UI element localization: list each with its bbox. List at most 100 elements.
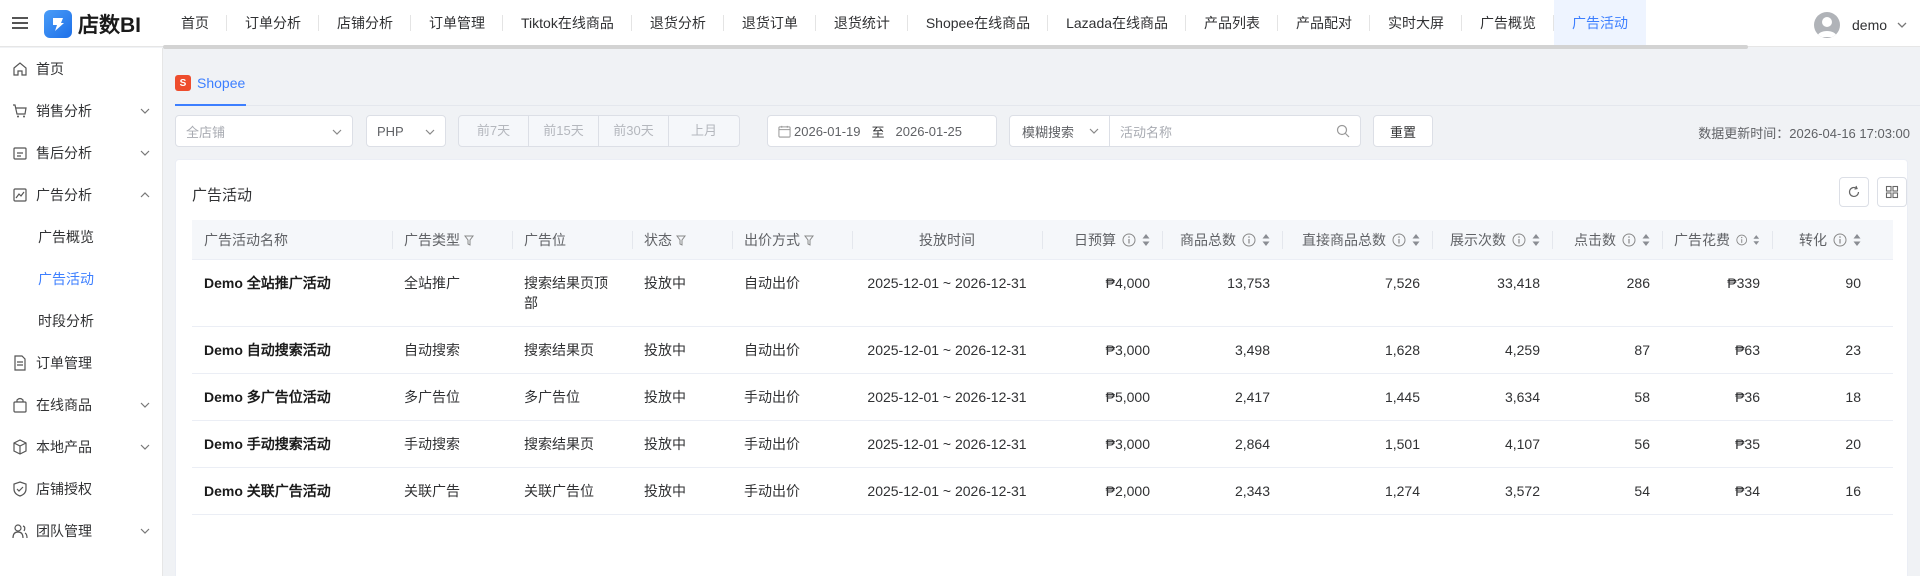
search-icon[interactable] (1336, 124, 1350, 138)
sort-icon[interactable] (1142, 233, 1150, 247)
campaign-search-input[interactable]: 活动名称 (1110, 116, 1360, 146)
column-header-ad-spend[interactable]: 广告花费 (1662, 220, 1772, 260)
sidebar-item-sales[interactable]: 销售分析 (0, 90, 162, 132)
home-icon (13, 62, 27, 76)
sidebar-subitem-time-analysis[interactable]: 时段分析 (0, 300, 162, 342)
range-15-days-button[interactable]: 前15天 (529, 116, 599, 146)
sidebar-item-home[interactable]: 首页 (0, 48, 162, 90)
cell-bidding: 自动出价 (744, 275, 800, 291)
sidebar-item-online-products[interactable]: 在线商品 (0, 384, 162, 426)
sort-icon[interactable] (1532, 233, 1540, 247)
cell-name[interactable]: Demo 自动搜索活动 (192, 327, 392, 373)
column-header-type[interactable]: 广告类型 (392, 220, 512, 260)
table-row[interactable]: Demo 关联广告活动 关联广告 关联广告位 投放中 手动出价 2025-12-… (192, 468, 1893, 515)
sidebar-item-label: 销售分析 (36, 103, 92, 119)
info-icon[interactable] (1242, 233, 1256, 247)
nav-tab[interactable]: 店铺分析 (319, 0, 411, 47)
range-7-days-button[interactable]: 前7天 (459, 116, 529, 146)
chevron-down-icon (140, 402, 150, 408)
chevron-down-icon (140, 150, 150, 156)
date-end[interactable]: 2026-01-25 (896, 124, 963, 139)
sidebar-item-team[interactable]: 团队管理 (0, 510, 162, 552)
cell-conversions: 90 (1845, 275, 1861, 291)
sidebar-item-local-products[interactable]: 本地产品 (0, 426, 162, 468)
cell-name[interactable]: Demo 手动搜索活动 (192, 421, 392, 467)
column-header-clicks[interactable]: 点击数 (1552, 220, 1662, 260)
column-header-impressions[interactable]: 展示次数 (1432, 220, 1552, 260)
sidebar-subitem-ad-overview[interactable]: 广告概览 (0, 216, 162, 258)
table-row[interactable]: Demo 多广告位活动 多广告位 多广告位 投放中 手动出价 2025-12-0… (192, 374, 1893, 421)
nav-tab[interactable]: Tiktok在线商品 (503, 0, 632, 47)
search-mode-select[interactable]: 模糊搜索 (1010, 116, 1110, 146)
date-start[interactable]: 2026-01-19 (794, 124, 861, 139)
sort-icon[interactable] (1412, 233, 1420, 247)
sort-icon[interactable] (1642, 233, 1650, 247)
filter-icon[interactable] (464, 235, 474, 246)
table-row[interactable]: Demo 全站推广活动 全站推广 搜索结果页顶部 投放中 自动出价 2025-1… (192, 260, 1893, 327)
sidebar-item-ad-analysis[interactable]: 广告分析 (0, 174, 162, 216)
cell-direct-product-count: 1,274 (1384, 483, 1420, 499)
sort-icon[interactable] (1753, 233, 1760, 247)
table-row[interactable]: Demo 自动搜索活动 自动搜索 搜索结果页 投放中 自动出价 2025-12-… (192, 327, 1893, 374)
cell-clicks: 87 (1634, 342, 1650, 358)
sidebar-item-after-sales[interactable]: 售后分析 (0, 132, 162, 174)
info-icon[interactable] (1512, 233, 1526, 247)
info-icon[interactable] (1122, 233, 1136, 247)
filter-icon[interactable] (676, 235, 686, 246)
nav-tab[interactable]: 退货分析 (632, 0, 724, 47)
info-icon[interactable] (1833, 233, 1847, 247)
nav-tab[interactable]: Lazada在线商品 (1048, 0, 1186, 47)
info-icon[interactable] (1736, 233, 1748, 247)
nav-tab[interactable]: Shopee在线商品 (908, 0, 1049, 47)
refresh-button[interactable] (1839, 177, 1869, 207)
date-range-picker[interactable]: 2026-01-19 至 2026-01-25 (767, 115, 997, 147)
cell-clicks: 286 (1626, 275, 1650, 291)
cell-name[interactable]: Demo 全站推广活动 (192, 260, 392, 326)
currency-select[interactable]: PHP (366, 115, 446, 147)
sidebar-subitem-ad-campaigns[interactable]: 广告活动 (0, 258, 162, 300)
shopee-bag-icon: S (175, 75, 191, 91)
column-settings-button[interactable] (1877, 177, 1907, 207)
nav-tab[interactable]: 退货订单 (724, 0, 816, 47)
nav-tab[interactable]: 产品列表 (1186, 0, 1279, 47)
column-header-product-count[interactable]: 商品总数 (1162, 220, 1282, 260)
info-icon[interactable] (1392, 233, 1406, 247)
table-row[interactable]: Demo 手动搜索活动 手动搜索 搜索结果页 投放中 手动出价 2025-12-… (192, 421, 1893, 468)
shop-select[interactable]: 全店铺 (175, 115, 353, 147)
column-header-bidding[interactable]: 出价方式 (732, 220, 852, 260)
range-30-days-button[interactable]: 前30天 (599, 116, 669, 146)
info-icon[interactable] (1622, 233, 1636, 247)
cell-name[interactable]: Demo 多广告位活动 (192, 374, 392, 420)
nav-tab[interactable]: 退货统计 (816, 0, 908, 47)
sort-icon[interactable] (1853, 233, 1861, 247)
nav-tab[interactable]: 实时大屏 (1370, 0, 1463, 47)
menu-toggle-icon[interactable] (12, 14, 28, 32)
column-header-conversions[interactable]: 转化 (1772, 220, 1873, 260)
sidebar-item-shop-auth[interactable]: 店铺授权 (0, 468, 162, 510)
chevron-down-icon (140, 108, 150, 114)
range-last-month-button[interactable]: 上月 (669, 116, 739, 146)
reset-button[interactable]: 重置 (1373, 115, 1433, 147)
column-header-direct-product-count[interactable]: 直接商品总数 (1282, 220, 1432, 260)
nav-tab[interactable]: 订单分析 (227, 0, 319, 47)
platform-tab-shopee[interactable]: S Shopee (175, 68, 245, 98)
brand[interactable]: 店数BI (44, 8, 141, 40)
filter-icon[interactable] (804, 235, 814, 246)
nav-tab[interactable]: 订单管理 (411, 0, 503, 47)
column-header-daily-budget[interactable]: 日预算 (1042, 220, 1162, 260)
column-header-placement: 广告位 (512, 220, 632, 260)
column-header-status[interactable]: 状态 (632, 220, 732, 260)
sort-icon[interactable] (1262, 233, 1270, 247)
nav-tab[interactable]: 首页 (163, 0, 227, 47)
nav-tab[interactable]: 产品配对 (1278, 0, 1371, 47)
cell-direct-product-count: 1,628 (1384, 342, 1420, 358)
cell-daily-budget: ₱2,000 (1105, 483, 1150, 499)
user-menu[interactable]: demo (1814, 12, 1907, 38)
sidebar-item-orders[interactable]: 订单管理 (0, 342, 162, 384)
nav-tab[interactable]: 广告概览 (1462, 0, 1555, 47)
cell-clicks: 56 (1634, 436, 1650, 452)
nav-tab-active[interactable]: 广告活动 (1554, 0, 1647, 47)
cell-name[interactable]: Demo 关联广告活动 (192, 468, 392, 514)
refresh-icon (1848, 185, 1860, 198)
header-label: 转化 (1799, 232, 1827, 248)
